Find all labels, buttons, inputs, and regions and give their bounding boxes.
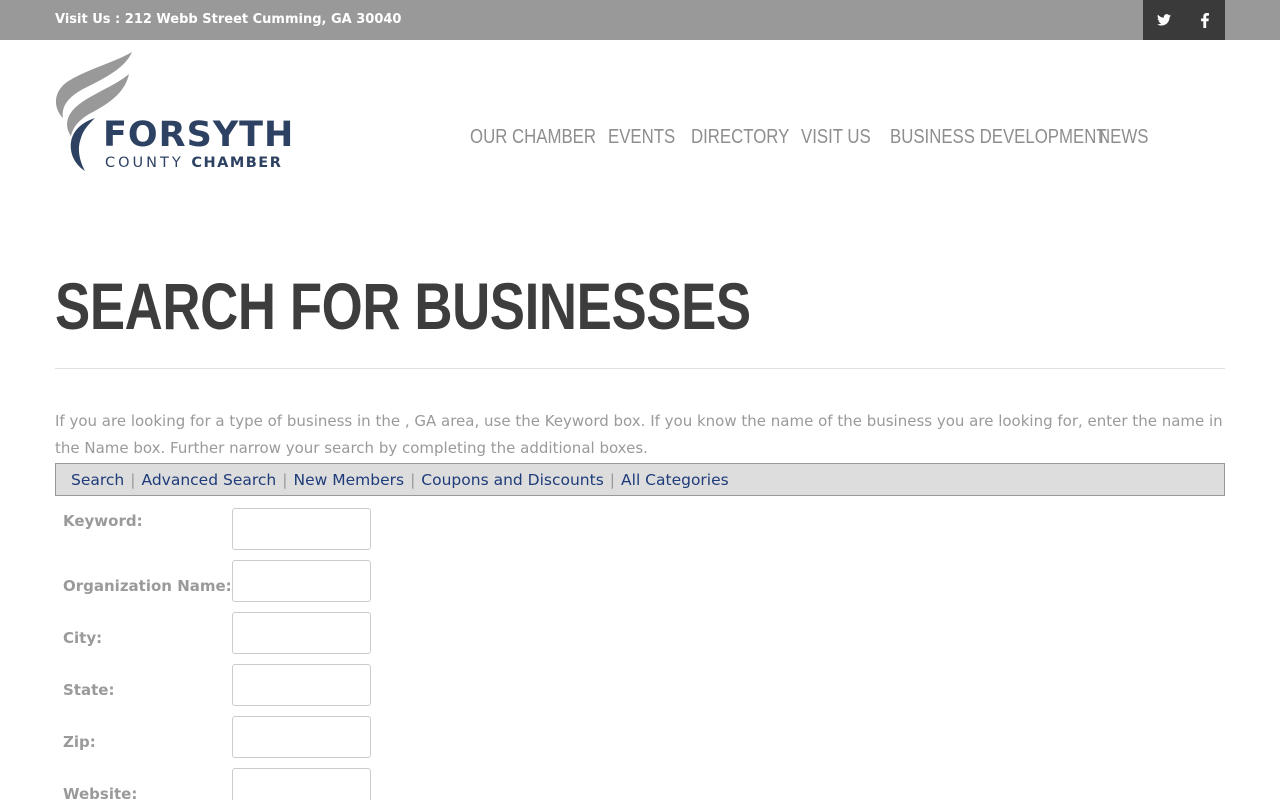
page-title: SEARCH FOR BUSINESSES xyxy=(55,269,751,343)
state-row: State: xyxy=(63,664,383,708)
subnav-separator: | xyxy=(130,470,136,489)
nav-events[interactable]: EVENTS xyxy=(608,124,675,150)
subnav-all-categories-link[interactable]: All Categories xyxy=(621,471,729,489)
nav-our-chamber[interactable]: OUR CHAMBER xyxy=(470,124,596,150)
subnav-advanced-search-link[interactable]: Advanced Search xyxy=(142,471,277,489)
logo-word-forsyth: FORSYTH xyxy=(103,115,295,155)
nav-news[interactable]: NEWS xyxy=(1098,124,1148,150)
directory-subnav: Search | Advanced Search | New Members |… xyxy=(55,463,1225,496)
subnav-coupons-link[interactable]: Coupons and Discounts xyxy=(421,471,604,489)
keyword-row: Keyword: xyxy=(63,508,383,552)
social-links xyxy=(1143,0,1225,40)
organization-name-row: Organization Name: xyxy=(63,560,383,604)
organization-name-label: Organization Name: xyxy=(63,577,232,595)
nav-visit-us[interactable]: VISIT US xyxy=(801,124,871,150)
logo-word-county-chamber: COUNTY CHAMBER xyxy=(105,156,282,171)
nav-business-development[interactable]: BUSINESS DEVELOPMENT xyxy=(890,124,1107,150)
city-label: City: xyxy=(63,629,103,647)
main-nav: OUR CHAMBER EVENTS DIRECTORY VISIT US BU… xyxy=(470,124,1170,150)
state-label: State: xyxy=(63,681,115,699)
intro-text: If you are looking for a type of busines… xyxy=(55,412,1223,457)
website-label: Website: xyxy=(63,785,138,800)
visit-us-address: Visit Us : 212 Webb Street Cumming, GA 3… xyxy=(55,12,402,27)
top-bar: Visit Us : 212 Webb Street Cumming, GA 3… xyxy=(0,0,1280,40)
zip-input[interactable] xyxy=(232,716,371,758)
subnav-separator: | xyxy=(609,470,616,489)
subnav-separator: | xyxy=(410,470,416,489)
forsyth-county-chamber-logo[interactable]: FORSYTH COUNTY CHAMBER xyxy=(55,52,310,174)
organization-name-input[interactable] xyxy=(232,560,371,602)
keyword-label: Keyword: xyxy=(63,512,143,530)
website-row: Website: xyxy=(63,768,383,800)
facebook-icon[interactable] xyxy=(1184,0,1225,40)
title-divider xyxy=(55,368,1225,369)
city-row: City: xyxy=(63,612,383,656)
zip-row: Zip: xyxy=(63,716,383,760)
subnav-new-members-link[interactable]: New Members xyxy=(293,471,404,489)
state-input[interactable] xyxy=(232,664,371,706)
logo-word-chamber: CHAMBER xyxy=(191,155,283,171)
zip-label: Zip: xyxy=(63,733,96,751)
website-input[interactable] xyxy=(232,768,371,800)
keyword-input[interactable] xyxy=(232,508,371,550)
city-input[interactable] xyxy=(232,612,371,654)
logo-word-county: COUNTY xyxy=(105,155,184,171)
nav-directory[interactable]: DIRECTORY xyxy=(691,124,789,150)
subnav-search-link[interactable]: Search xyxy=(71,471,124,489)
subnav-separator: | xyxy=(282,470,288,489)
twitter-icon[interactable] xyxy=(1143,0,1184,40)
